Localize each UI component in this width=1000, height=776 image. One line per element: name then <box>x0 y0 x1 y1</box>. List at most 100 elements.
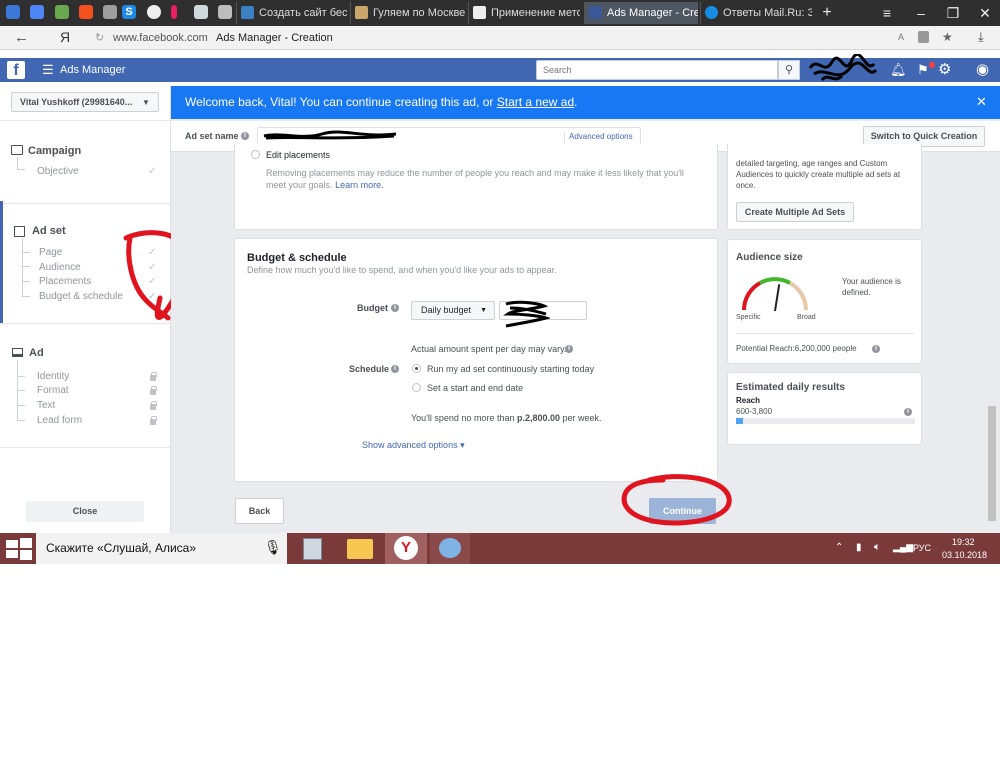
multiple-adsets-card: detailed targeting, age ranges and Custo… <box>727 144 922 230</box>
sidebar-item-placements[interactable]: Placements <box>39 276 91 287</box>
yandex-logo[interactable]: Я <box>60 29 70 45</box>
info-icon[interactable]: i <box>391 365 399 373</box>
reload-icon[interactable]: ↻ <box>95 31 104 44</box>
translate-icon[interactable]: A <box>898 32 904 42</box>
paint-taskbar-button[interactable] <box>430 533 470 564</box>
signal-icon[interactable]: ▂▄▆ <box>893 542 913 553</box>
hamburger-menu-icon[interactable]: ☰ <box>42 62 54 78</box>
reach-range: 600-3,800 <box>736 407 773 416</box>
volume-icon[interactable]: 🔈︎ <box>874 541 881 554</box>
microphone-icon[interactable]: 🎙︎ <box>264 539 282 556</box>
clock-date[interactable]: 03.10.2018 <box>942 550 987 560</box>
browser-tab-1[interactable]: Создать сайт беспла <box>236 2 348 24</box>
sidebar-item-text[interactable]: Text <box>37 400 55 411</box>
budget-type-value: Daily budget <box>421 305 472 315</box>
screenshot: S Создать сайт беспла Гуляем по Москве П… <box>0 0 1000 776</box>
advanced-options-link[interactable]: Advanced options <box>564 132 640 143</box>
sidebar-item-lead-form[interactable]: Lead form <box>37 415 82 426</box>
run-continuously-label[interactable]: Run my ad set continuously starting toda… <box>427 364 594 374</box>
start-end-date-radio[interactable] <box>412 383 421 392</box>
scribble-mark <box>808 52 878 88</box>
notifications-bell-icon[interactable]: 🔔︎ <box>890 62 907 78</box>
back-button[interactable]: Back <box>235 498 284 524</box>
start-new-ad-link[interactable]: Start a new ad <box>497 95 574 109</box>
close-window-icon[interactable]: ✕ <box>976 4 994 22</box>
start-end-date-label[interactable]: Set a start and end date <box>427 383 523 393</box>
bookmark-star-icon[interactable]: ★ <box>942 30 953 44</box>
audience-size-card: Audience size Specific Broad Your audien… <box>727 239 922 364</box>
taskbar-search-box[interactable]: Скажите «Слушай, Алиса» 🎙︎ <box>36 533 287 564</box>
minimize-icon[interactable]: – <box>912 4 930 22</box>
browser-tab-5[interactable]: Ответы Mail.Ru: Зада <box>700 2 812 24</box>
ad-icon <box>12 348 23 357</box>
network-icon[interactable]: ▮ <box>856 542 862 553</box>
windows-start-icon[interactable] <box>5 538 33 560</box>
sidebar-item-identity[interactable]: Identity <box>37 371 69 382</box>
tab-icon-9[interactable] <box>194 5 208 19</box>
help-icon[interactable]: ◉ <box>976 60 989 78</box>
info-icon[interactable]: i <box>391 304 399 312</box>
tab-icon-4[interactable] <box>79 5 93 19</box>
back-arrow-icon[interactable]: ← <box>14 29 29 46</box>
sidebar-item-budget-schedule[interactable]: Budget & schedule <box>39 291 123 302</box>
scrollbar-thumb[interactable] <box>988 406 996 521</box>
learn-more-link[interactable]: Learn more. <box>335 180 384 190</box>
file-explorer-icon[interactable] <box>347 539 373 559</box>
language-indicator[interactable]: РУС <box>913 543 931 553</box>
edit-placements-label[interactable]: Edit placements <box>266 150 330 160</box>
scribble-mark <box>263 130 397 140</box>
browser-tab-2[interactable]: Гуляем по Москве <box>350 2 465 24</box>
browser-tab-3[interactable]: Применение метод <box>468 2 580 24</box>
tab-icon-8[interactable] <box>171 5 177 19</box>
adset-title[interactable]: Ad set <box>32 225 66 237</box>
create-multiple-adsets-button[interactable]: Create Multiple Ad Sets <box>736 202 854 222</box>
lock-icon[interactable] <box>918 31 929 43</box>
sidebar-item-objective[interactable]: Objective <box>37 166 79 177</box>
sidebar-item-page[interactable]: Page <box>39 247 62 258</box>
browser-tab-active[interactable]: Ads Manager - Cre <box>584 2 698 24</box>
menu-icon[interactable]: ≡ <box>878 4 896 22</box>
adset-icon <box>14 226 25 237</box>
run-continuously-radio[interactable] <box>412 364 421 373</box>
sidebar-item-audience[interactable]: Audience <box>39 262 81 273</box>
tab-icon-3[interactable] <box>55 5 69 19</box>
campaign-title[interactable]: Campaign <box>28 145 81 157</box>
calculator-icon[interactable] <box>303 538 322 560</box>
tab-label: Ответы Mail.Ru: Зада <box>723 7 812 19</box>
tray-chevron-icon[interactable]: ⌃ <box>835 542 843 553</box>
flag-icon[interactable]: ⚑ <box>917 62 929 78</box>
banner-message: Welcome back, Vital! You can continue cr… <box>185 95 497 109</box>
sidebar-section-campaign: Campaign Objective ✓ <box>0 120 170 203</box>
new-tab-button[interactable]: + <box>818 4 836 22</box>
budget-title: Budget & schedule <box>247 252 347 264</box>
edit-placements-radio[interactable] <box>251 150 260 159</box>
fb-search-input[interactable] <box>536 60 778 80</box>
download-icon[interactable]: ⤓ <box>978 29 984 45</box>
info-icon[interactable]: i <box>872 345 880 353</box>
budget-amount-input[interactable] <box>499 300 587 328</box>
tab-icon-5[interactable] <box>103 5 117 19</box>
info-icon[interactable]: i <box>241 132 249 140</box>
info-icon[interactable]: i <box>565 345 573 353</box>
gear-icon[interactable]: ⚙ <box>938 60 951 78</box>
yandex-browser-taskbar-button[interactable]: Y <box>385 533 427 564</box>
account-selector[interactable]: Vital Yushkoff (29981640... ▼ <box>11 92 159 112</box>
tab-icon-1[interactable] <box>6 5 20 19</box>
sidebar-item-format[interactable]: Format <box>37 385 69 396</box>
show-advanced-options-link[interactable]: Show advanced options ▾ <box>362 440 465 451</box>
budget-type-select[interactable]: Daily budget ▼ <box>411 301 495 320</box>
info-icon[interactable]: i <box>904 408 912 416</box>
tab-icon-7[interactable] <box>147 5 161 19</box>
tab-icon-10[interactable] <box>218 5 232 19</box>
clock-time[interactable]: 19:32 <box>952 537 975 547</box>
tab-icon-skype[interactable]: S <box>122 5 136 19</box>
facebook-logo[interactable]: f <box>7 61 25 79</box>
tab-icon-2[interactable] <box>30 5 44 19</box>
ad-title[interactable]: Ad <box>29 347 44 359</box>
close-banner-icon[interactable]: ✕ <box>976 94 987 110</box>
url-domain[interactable]: www.facebook.com <box>113 32 208 44</box>
search-icon[interactable]: ⚲ <box>778 60 800 80</box>
placements-card: Edit placements Removing placements may … <box>234 144 718 230</box>
restore-icon[interactable]: ❐ <box>944 4 962 22</box>
close-button[interactable]: Close <box>26 501 144 522</box>
